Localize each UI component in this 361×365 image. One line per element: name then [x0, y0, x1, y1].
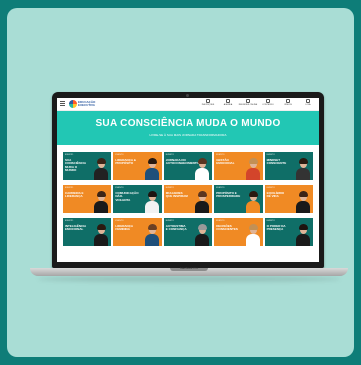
- event-card[interactable]: EVENTO Comunicação Não-Violenta: [113, 185, 162, 213]
- book-icon: [266, 99, 270, 103]
- event-card[interactable]: EVENTO O Poder da Presença: [264, 218, 313, 246]
- speaker-photo: [245, 158, 260, 180]
- event-tag: EVENTO: [165, 220, 174, 222]
- website-display: EDUCAÇÃO EXECUTIVA INSCRIÇÕES AGENDA REUNI…: [57, 98, 319, 262]
- event-title: Liderança & Propósito: [115, 158, 136, 166]
- speaker-photo: [195, 158, 210, 180]
- speaker-photo: [245, 191, 260, 213]
- speaker-photo: [296, 224, 310, 246]
- nav-label: REUNIÕES ONLINE: [238, 104, 258, 106]
- event-title: Equilíbrio de Vida: [266, 191, 285, 199]
- event-tag: EVENTO: [165, 154, 174, 156]
- event-card[interactable]: EVENTO Sua consciência muda o mundo: [63, 152, 112, 180]
- event-card[interactable]: EVENTO Decisões Conscientes: [214, 218, 263, 246]
- calendar-icon: [226, 99, 230, 103]
- event-card[interactable]: EVENTO Autoestima e Confiança: [163, 218, 213, 246]
- event-grid: EVENTO Sua consciência muda o mundo EVENTO…: [63, 152, 313, 249]
- event-tag: EVENTO: [216, 187, 225, 189]
- event-title: Jornada do Autoconhecimento: [165, 158, 199, 166]
- event-card[interactable]: EVENTO Liderança Feminina: [113, 218, 162, 246]
- event-card[interactable]: EVENTO Mindset Consciente: [264, 152, 313, 180]
- nav-item-5[interactable]: LOJA: [300, 99, 316, 106]
- event-title: Inteligência Emocional: [65, 224, 87, 232]
- speaker-photo: [296, 158, 310, 180]
- nav-item-2[interactable]: REUNIÕES ONLINE: [238, 99, 258, 106]
- event-title: Sua consciência muda o mundo: [65, 158, 86, 173]
- event-tag: EVENTO: [65, 154, 74, 156]
- event-tag: EVENTO: [115, 154, 124, 156]
- event-tag: EVENTO: [115, 220, 124, 222]
- event-card[interactable]: EVENTO Carreira e Liderança: [63, 185, 112, 213]
- event-tag: EVENTO: [266, 187, 275, 189]
- ticket-icon: [206, 99, 210, 103]
- nav-label: AGENDA: [223, 104, 233, 106]
- nav-label: VÍDEOS: [284, 104, 292, 106]
- event-card[interactable]: EVENTO Jornada do Autoconhecimento: [163, 152, 213, 180]
- speaker-photo: [245, 224, 260, 246]
- hamburger-menu-icon[interactable]: [60, 101, 65, 106]
- event-card[interactable]: EVENTO Equilíbrio de Vida: [264, 185, 313, 213]
- event-title: Decisões Conscientes: [216, 224, 238, 232]
- nav-label: INSCRIÇÕES: [201, 104, 215, 106]
- speaker-photo: [94, 158, 109, 180]
- logo-text: EDUCAÇÃO EXECUTIVA: [78, 100, 96, 107]
- event-title: Gestão Emocional: [216, 158, 235, 166]
- event-title: Mulheres que Inspiram: [165, 191, 188, 199]
- speaker-photo: [144, 191, 159, 213]
- speaker-photo: [296, 191, 310, 213]
- event-card[interactable]: EVENTO Gestão Emocional: [214, 152, 263, 180]
- hero-banner: SUA CONSCIÊNCIA MUDA O MUNDO LIVRE-SE À …: [57, 111, 319, 145]
- nav-item-4[interactable]: VÍDEOS: [280, 99, 296, 106]
- nav-label: CONTEÚDO: [262, 104, 274, 106]
- nav-item-1[interactable]: AGENDA: [220, 99, 236, 106]
- speaker-photo: [144, 224, 159, 246]
- event-tag: EVENTO: [216, 154, 225, 156]
- event-card[interactable]: EVENTO Mulheres que Inspiram: [163, 185, 213, 213]
- event-tag: EVENTO: [216, 220, 225, 222]
- banner-subtitle: LIVRE-SE À SUA MAIS JORNADA TRANSFORMADO…: [149, 133, 227, 137]
- laptop-model-label: MacBook Pro: [179, 266, 198, 270]
- event-tag: EVENTO: [266, 154, 275, 156]
- event-title: O Poder da Presença: [266, 224, 286, 232]
- video-icon: [286, 99, 290, 103]
- event-card[interactable]: EVENTO Inteligência Emocional: [63, 218, 112, 246]
- speaker-photo: [195, 191, 210, 213]
- event-title: Liderança Feminina: [115, 224, 133, 232]
- event-title: Mindset Consciente: [266, 158, 287, 166]
- event-card[interactable]: EVENTO Propósito e Prosperidade: [214, 185, 263, 213]
- event-tag: EVENTO: [65, 187, 74, 189]
- event-tag: EVENTO: [115, 187, 124, 189]
- nav-label: LOJA: [305, 104, 311, 106]
- event-title: Comunicação Não-Violenta: [115, 191, 139, 202]
- logo-icon[interactable]: [69, 100, 77, 108]
- event-tag: EVENTO: [65, 220, 74, 222]
- main-nav: INSCRIÇÕES AGENDA REUNIÕES ONLINE CONTEÚDO V…: [200, 99, 316, 106]
- event-tag: EVENTO: [266, 220, 275, 222]
- speaker-photo: [94, 191, 109, 213]
- speaker-photo: [94, 224, 109, 246]
- camera-dot: [186, 94, 189, 97]
- laptop-shadow: [38, 276, 340, 282]
- event-tag: EVENTO: [165, 187, 174, 189]
- nav-item-0[interactable]: INSCRIÇÕES: [200, 99, 216, 106]
- speaker-photo: [195, 224, 210, 246]
- speaker-photo: [144, 158, 159, 180]
- event-title: Propósito e Prosperidade: [216, 191, 241, 199]
- nav-item-3[interactable]: CONTEÚDO: [260, 99, 276, 106]
- cart-icon: [306, 99, 310, 103]
- event-title: Autoestima e Confiança: [165, 224, 187, 232]
- event-title: Carreira e Liderança: [65, 191, 84, 199]
- banner-title: SUA CONSCIÊNCIA MUDA O MUNDO: [95, 118, 281, 129]
- laptop-screen: EDUCAÇÃO EXECUTIVA INSCRIÇÕES AGENDA REUNI…: [52, 92, 324, 268]
- event-card[interactable]: EVENTO Liderança & Propósito: [113, 152, 162, 180]
- users-icon: [246, 99, 250, 103]
- site-header: EDUCAÇÃO EXECUTIVA INSCRIÇÕES AGENDA REUNI…: [57, 98, 319, 111]
